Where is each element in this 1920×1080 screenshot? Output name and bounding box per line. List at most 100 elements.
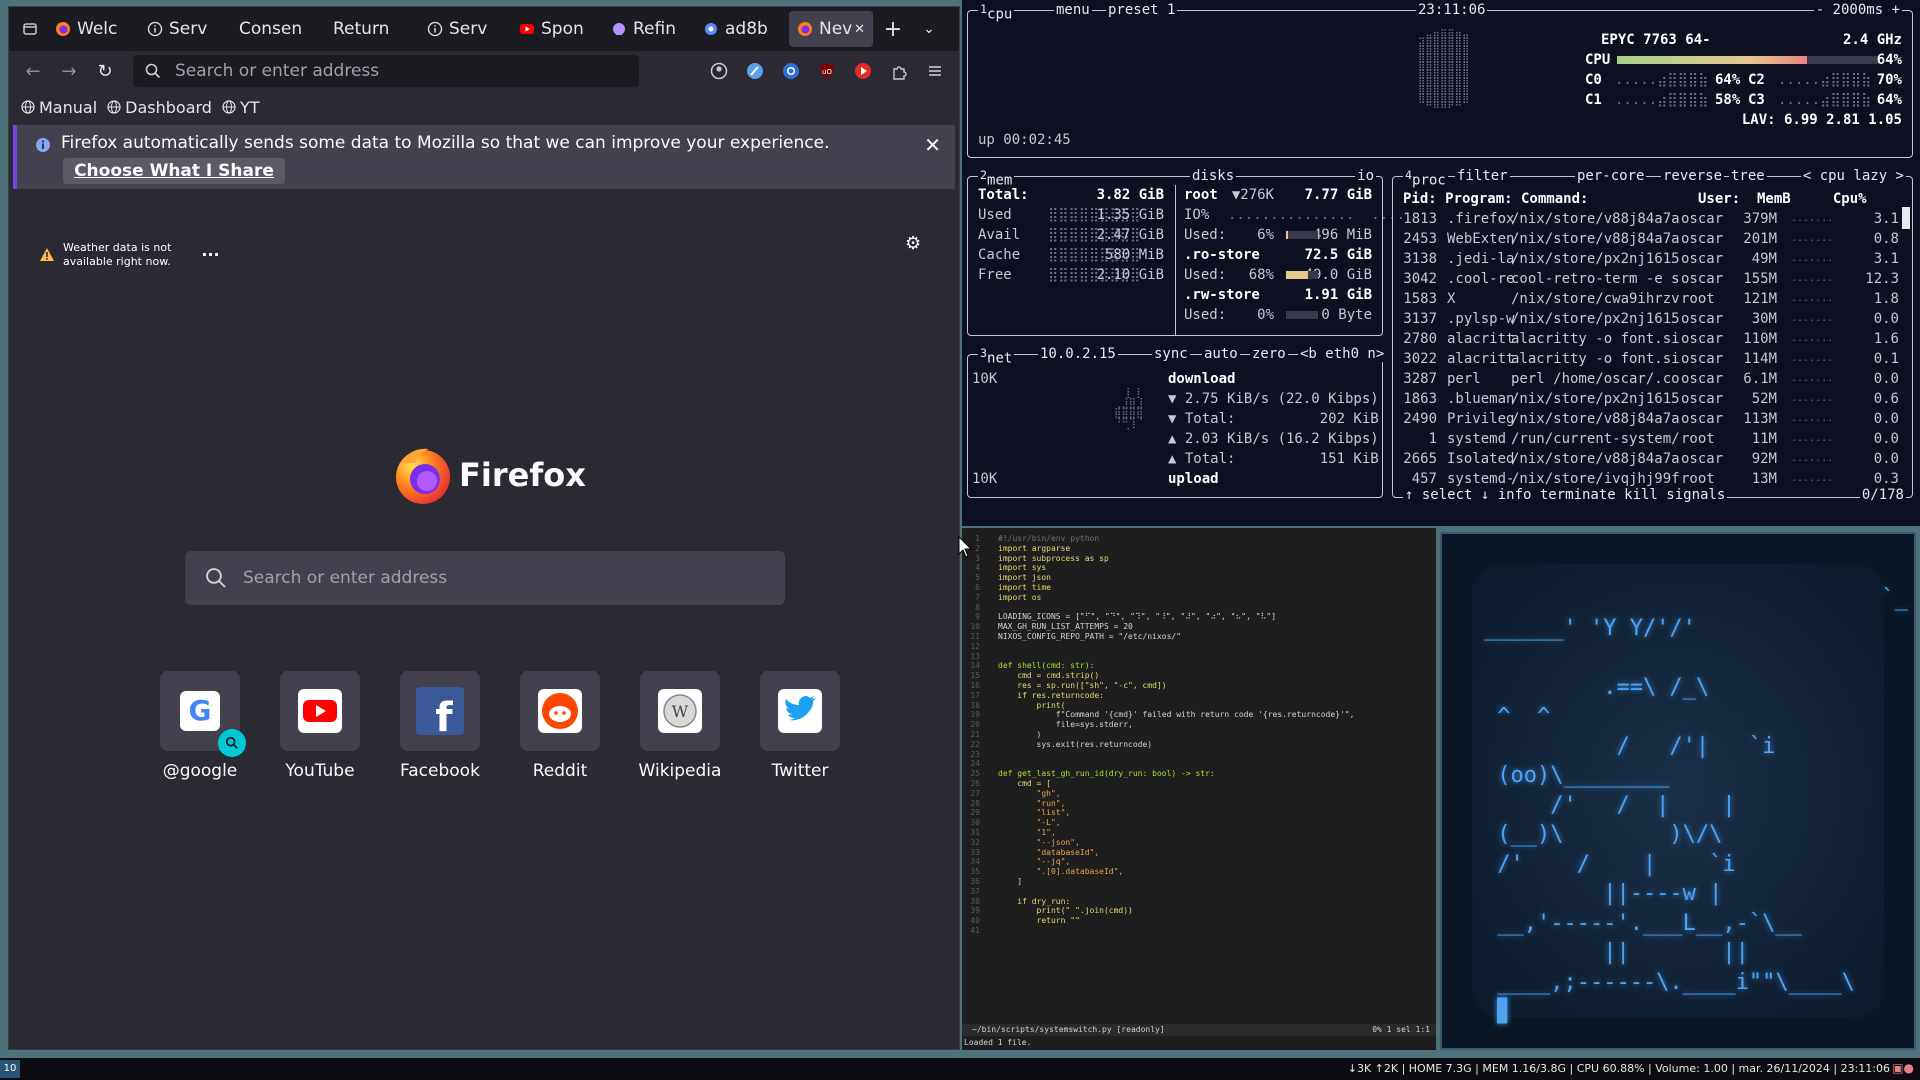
proc-row[interactable]: 457 systemd-/nix/store/ivqjhj99f root 13M 0.… (1393, 469, 1899, 489)
proc-row[interactable]: 2453 WebExten/nix/store/v88j84a7a oscar 201… (1393, 229, 1899, 249)
proc-per-core[interactable]: per-core (1575, 168, 1647, 184)
proc-mem: 92M (1751, 451, 1777, 467)
proc-row[interactable]: 1813 .firefox/nix/store/v88j84a7a oscar 379… (1393, 209, 1899, 229)
back-button[interactable]: ← (15, 55, 51, 87)
line-number: 18 (970, 700, 980, 710)
proc-row[interactable]: 1863 .blueman/nix/store/px2nj1615 oscar 52M… (1393, 389, 1899, 409)
proc-footer[interactable]: ↑ select ↓ info terminate kill signals (1403, 487, 1728, 503)
proc-cpu: 0.6 (1873, 391, 1899, 407)
net-auto[interactable]: auto (1202, 346, 1240, 362)
new-tab-button[interactable]: + (875, 13, 911, 45)
net-line: ▼ 2.75 KiB/s (22.0 Kibps) (1168, 391, 1379, 407)
tab-1[interactable]: Serv (139, 7, 231, 51)
bookmark-manual[interactable]: Manual (21, 98, 97, 117)
youtube-icon (298, 689, 342, 733)
more-options-icon[interactable]: ··· (201, 247, 219, 263)
tab-8[interactable]: Nev ✕ (789, 11, 873, 47)
core-graph: .....⣴⣿⣿⣿⣷ (1778, 92, 1872, 108)
tray-icons[interactable]: ▣● (1892, 1061, 1914, 1075)
tab-overview-icon[interactable] (13, 13, 47, 45)
preset-button[interactable]: preset 1 (1106, 2, 1178, 18)
mem-value: 1.35 GiB (1096, 207, 1164, 223)
tab-7[interactable]: ad8b (695, 7, 787, 51)
extension-circle-icon[interactable] (773, 55, 809, 87)
warning-icon (40, 248, 54, 261)
tab-0[interactable]: Welc (47, 7, 139, 51)
net-zero[interactable]: zero (1250, 346, 1288, 362)
weather-message-line1: Weather data is not (63, 241, 172, 254)
top-site-youtube[interactable]: YouTube (260, 671, 380, 781)
tab-4[interactable]: Serv (419, 7, 511, 51)
proc-filter[interactable]: filter (1455, 168, 1510, 184)
proc-row[interactable]: 2490 Privileg/nix/store/v88j84a7a oscar 113… (1393, 409, 1899, 429)
youtube-extension-icon[interactable] (845, 55, 881, 87)
line-number: 21 (970, 730, 980, 739)
line-number: 37 (970, 886, 980, 896)
proc-row[interactable]: 3287 perl perl /home/oscar/.co oscar 6.1M 0.0… (1393, 369, 1899, 389)
code-line: NIXOS_CONFIG_REPO_PATH = "/etc/nixos/" (998, 632, 1182, 641)
reload-button[interactable]: ↻ (87, 55, 123, 87)
net-line: ▲ Total: 151 KiB (1168, 451, 1379, 467)
search-placeholder: Search or enter address (243, 568, 448, 588)
account-icon[interactable] (701, 55, 737, 87)
core-graph: .....⣴⣿⣿⣿⣷ (1615, 92, 1709, 108)
list-tabs-icon[interactable]: ⌄ (911, 13, 947, 45)
code-line: import time (998, 583, 1051, 592)
choose-what-i-share-button[interactable]: Choose What I Share (63, 158, 285, 184)
proc-row[interactable]: 3137 .pylsp-w/nix/store/px2nj1615 oscar 30M… (1393, 309, 1899, 329)
tab-close-icon[interactable]: ✕ (854, 22, 865, 37)
proc-reverse[interactable]: reverse (1661, 168, 1725, 184)
uptime: up 00:02:45 (978, 132, 1071, 148)
net-interface[interactable]: <b eth0 n> (1298, 346, 1387, 362)
top-site-google[interactable]: G @google (140, 671, 260, 781)
proc-sort[interactable]: < cpu lazy > (1800, 168, 1906, 184)
line-number: 15 (970, 671, 980, 681)
proc-row[interactable]: 3022 alacritt alacritty -o font.si oscar 114… (1393, 349, 1899, 369)
mem-disk-divider (1175, 185, 1176, 335)
net-sync[interactable]: sync (1152, 346, 1190, 362)
settings-gear-icon[interactable]: ⚙ (905, 233, 921, 254)
tab-2[interactable]: Consen (231, 7, 325, 51)
io-toggle[interactable]: io (1355, 168, 1376, 184)
forward-button[interactable]: → (51, 55, 87, 87)
ublock-icon[interactable]: uO (809, 55, 845, 87)
cool-retro-term-window[interactable]: `_ ______' 'Y Y/'/' .==\ /_\ ^ ^ / /'| `… (1440, 532, 1916, 1050)
proc-row[interactable]: 1 systemd/run/current-system/root 11M 0.0..… (1393, 429, 1899, 449)
newtab-search-box[interactable]: Search or enter address (185, 551, 785, 605)
workspace-indicator[interactable]: 10 (0, 1060, 20, 1078)
clock: 23:11:06 (1416, 2, 1488, 18)
proc-row[interactable]: 1583 X/nix/store/cwa9ihrzv root 121M 1.8....… (1393, 289, 1899, 309)
proc-row[interactable]: 3042 .cool-re cool-retro-term -e s oscar 155… (1393, 269, 1899, 289)
tab-6[interactable]: Refin (603, 7, 695, 51)
code-line: cmd = cmd.strip() (998, 671, 1100, 681)
editor-window[interactable]: 1 #!/usr/bin/env python 2 import argparse 3 i… (962, 528, 1436, 1050)
proc-tree[interactable]: tree (1729, 168, 1767, 184)
bookmark-yt[interactable]: YT (222, 98, 260, 117)
extension-feather-icon[interactable] (737, 55, 773, 87)
top-site-twitter[interactable]: Twitter (740, 671, 860, 781)
menu-icon[interactable] (917, 55, 953, 87)
line-number: 40 (970, 916, 980, 926)
proc-user: oscar (1681, 251, 1724, 267)
proc-box-title: proc (1412, 172, 1446, 189)
proc-scrollbar[interactable] (1902, 207, 1910, 229)
url-bar[interactable]: Search or enter address (133, 55, 639, 87)
top-site-facebook[interactable]: f Facebook (380, 671, 500, 781)
net-line: ▼ Total: 202 KiB (1168, 411, 1379, 427)
menu-button[interactable]: menu (1054, 2, 1092, 18)
close-icon[interactable]: ✕ (924, 133, 941, 157)
top-site-wikipedia[interactable]: W Wikipedia (620, 671, 740, 781)
line-number: 31 (970, 828, 980, 837)
tab-5[interactable]: Spon (511, 7, 603, 51)
top-site-reddit[interactable]: Reddit (500, 671, 620, 781)
tab-3[interactable]: Return (325, 7, 419, 51)
extensions-icon[interactable] (881, 55, 917, 87)
proc-row[interactable]: 2780 alacritt alacritty -o font.si oscar 110… (1393, 329, 1899, 349)
proc-row[interactable]: 2665 Isolated/nix/store/v88j84a7a oscar 92M… (1393, 449, 1899, 469)
bookmark-dashboard[interactable]: Dashboard (107, 98, 212, 117)
interval-control[interactable]: - 2000ms + (1813, 2, 1902, 18)
proc-row[interactable]: 3138 .jedi-la/nix/store/px2nj1615 oscar 49M… (1393, 249, 1899, 269)
proc-user: oscar (1681, 351, 1724, 367)
line-number: 9 (975, 612, 980, 622)
cpu-model: EPYC 7763 64- (1601, 32, 1711, 48)
